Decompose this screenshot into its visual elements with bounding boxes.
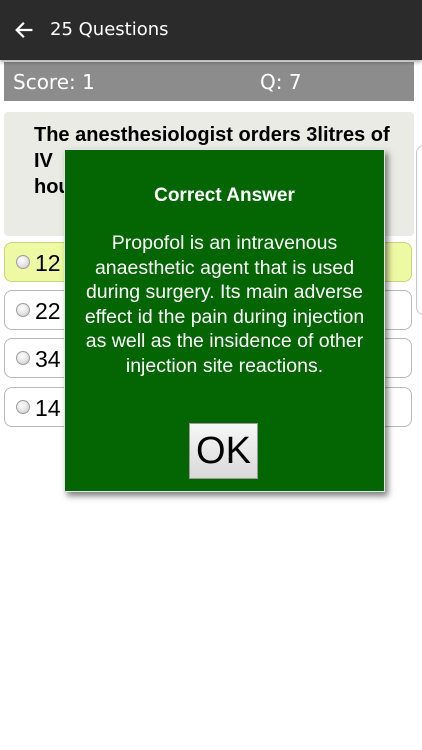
arrow-left-icon: [15, 22, 33, 38]
score-bar: Score: 1 Q: 7: [4, 62, 414, 101]
radio-button[interactable]: [16, 351, 30, 365]
question-number-label: Q: 7: [260, 70, 302, 94]
answer-option-label: 22: [35, 298, 61, 324]
next-card-edge: [416, 145, 422, 315]
back-button[interactable]: [8, 14, 40, 46]
radio-button[interactable]: [16, 255, 30, 269]
ok-button[interactable]: OK: [189, 423, 258, 479]
radio-button[interactable]: [16, 303, 30, 317]
question-text-line: The anesthesiologist orders 3litres of: [34, 124, 390, 146]
radio-button[interactable]: [16, 400, 30, 414]
page-title: 25 Questions: [50, 19, 169, 40]
answer-option-label: 12: [35, 250, 61, 276]
app-bar: 25 Questions: [0, 0, 422, 60]
dialog-message: Propofol is an intravenous anaesthetic a…: [84, 232, 365, 377]
answer-option-label: 14: [35, 395, 61, 421]
answer-option-label: 34: [35, 346, 61, 372]
correct-answer-dialog: Correct Answer Propofol is an intravenou…: [64, 149, 385, 492]
score-label: Score: 1: [13, 70, 95, 94]
dialog-title: Correct Answer: [154, 185, 295, 206]
